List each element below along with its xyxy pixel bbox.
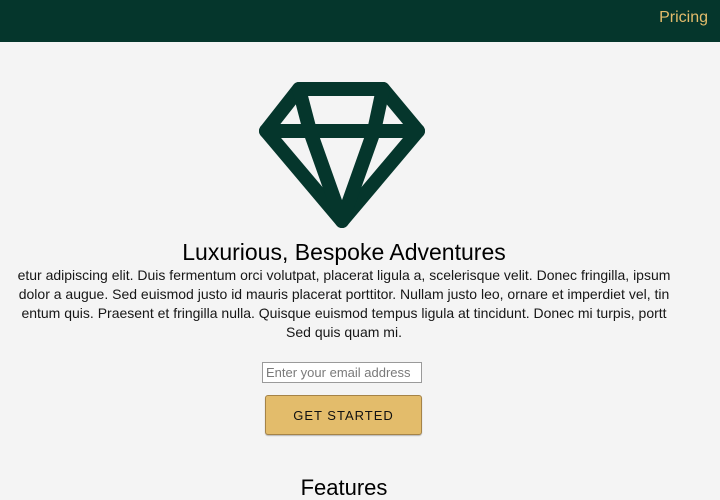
email-input[interactable]: [262, 362, 422, 383]
hero-description: etur adipiscing elit. Duis fermentum orc…: [0, 266, 720, 342]
diamond-icon: [259, 82, 425, 228]
top-nav-bar: Pricing: [0, 0, 720, 42]
hero-text-line: etur adipiscing elit. Duis fermentum orc…: [17, 267, 671, 283]
nav-link-pricing[interactable]: Pricing: [659, 8, 708, 28]
hero-text-line: dolor a augue. Sed euismod justo id maur…: [18, 286, 670, 302]
hero-text-line: entum quis. Praesent et fringilla nulla.…: [21, 305, 667, 321]
hero-title: Luxurious, Bespoke Adventures: [182, 239, 506, 265]
hero-text-line: Sed quis quam mi.: [286, 324, 402, 340]
get-started-button[interactable]: GET STARTED: [265, 395, 422, 435]
features-heading: Features: [300, 475, 388, 500]
